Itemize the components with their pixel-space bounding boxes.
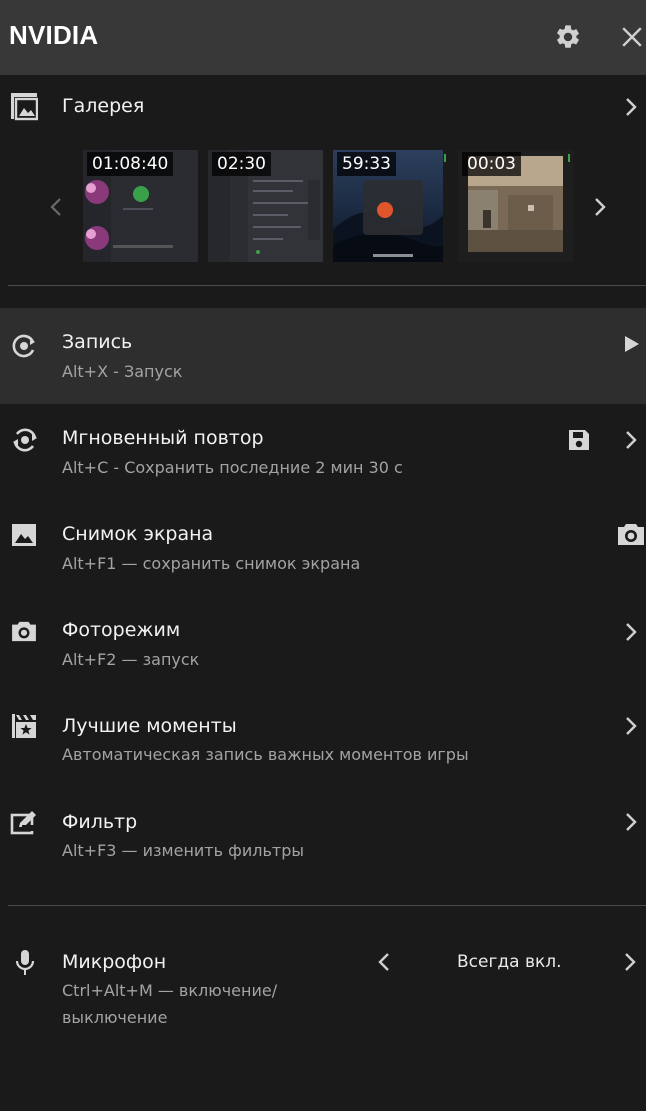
chevron-right-icon bbox=[626, 98, 637, 116]
chevron-right-icon bbox=[626, 623, 637, 641]
highlights-chevron[interactable] bbox=[622, 714, 640, 738]
screenshot-capture-button[interactable] bbox=[616, 520, 646, 548]
chevron-right-icon bbox=[626, 717, 637, 735]
photo-mode-subtitle: Alt+F2 — запуск bbox=[62, 650, 200, 669]
overlay-header: NVIDIA bbox=[0, 0, 646, 75]
gallery-icon bbox=[10, 91, 38, 121]
microphone-icon bbox=[14, 948, 36, 978]
microphone-next-option[interactable] bbox=[620, 950, 640, 974]
settings-button[interactable] bbox=[551, 20, 585, 54]
chevron-right-icon bbox=[595, 198, 606, 216]
close-button[interactable] bbox=[615, 20, 646, 54]
microphone-item: Микрофон Ctrl+Alt+M — включение/ выключе… bbox=[0, 928, 646, 1048]
microphone-prev-option[interactable] bbox=[374, 950, 394, 974]
instant-replay-subtitle: Alt+C - Сохранить последние 2 мин 30 с bbox=[62, 458, 403, 477]
record-subtitle: Alt+X - Запуск bbox=[62, 362, 183, 381]
chevron-left-icon bbox=[50, 198, 61, 216]
instant-replay-title: Мгновенный повтор bbox=[62, 427, 264, 449]
gallery-thumbnail[interactable]: 00:03 bbox=[458, 150, 573, 262]
filter-subtitle: Alt+F3 — изменить фильтры bbox=[62, 841, 304, 860]
chevron-right-icon bbox=[626, 431, 637, 449]
record-icon bbox=[11, 332, 39, 360]
gallery-open-chevron[interactable] bbox=[622, 95, 640, 119]
app-title: NVIDIA bbox=[9, 20, 99, 50]
screenshot-subtitle: Alt+F1 — сохранить снимок экрана bbox=[62, 554, 361, 573]
divider bbox=[8, 285, 646, 286]
thumbnail-duration: 59:33 bbox=[337, 152, 396, 176]
screenshot-item[interactable]: Снимок экрана Alt+F1 — сохранить снимок … bbox=[0, 500, 646, 596]
gallery-thumbnail[interactable]: 59:33 bbox=[333, 150, 448, 262]
record-title: Запись bbox=[62, 331, 133, 353]
microphone-subtitle-line2: выключение bbox=[62, 1008, 168, 1027]
divider bbox=[8, 905, 646, 906]
play-icon bbox=[625, 336, 639, 352]
photo-mode-item[interactable]: Фоторежим Alt+F2 — запуск bbox=[0, 596, 646, 692]
gallery-title[interactable]: Галерея bbox=[62, 95, 144, 117]
thumbnail-duration: 01:08:40 bbox=[87, 152, 174, 176]
thumbnail-duration: 00:03 bbox=[462, 152, 521, 176]
image-icon bbox=[11, 522, 37, 548]
screenshot-title: Снимок экрана bbox=[62, 523, 214, 545]
gallery-thumbnail[interactable]: 02:30 bbox=[208, 150, 323, 262]
filter-item[interactable]: Фильтр Alt+F3 — изменить фильтры bbox=[0, 788, 646, 884]
filter-title: Фильтр bbox=[62, 811, 138, 833]
thumbnail-duration: 02:30 bbox=[212, 152, 271, 176]
microphone-subtitle-line1: Ctrl+Alt+M — включение/ bbox=[62, 981, 278, 1000]
chevron-right-icon bbox=[625, 953, 636, 971]
gallery-thumbnail[interactable]: 01:08:40 bbox=[83, 150, 198, 262]
gallery-next-button[interactable] bbox=[590, 195, 610, 219]
chevron-left-icon bbox=[378, 953, 389, 971]
record-start-button[interactable] bbox=[622, 332, 642, 356]
highlights-subtitle: Автоматическая запись важных моментов иг… bbox=[62, 745, 469, 764]
instant-replay-save-button[interactable] bbox=[565, 426, 593, 454]
clapperboard-star-icon bbox=[10, 712, 38, 740]
microphone-title: Микрофон bbox=[62, 951, 167, 973]
highlights-item[interactable]: Лучшие моменты Автоматическая запись важ… bbox=[0, 692, 646, 788]
camera-icon bbox=[618, 524, 644, 545]
close-icon bbox=[622, 27, 642, 47]
chevron-right-icon bbox=[626, 813, 637, 831]
camera-icon bbox=[10, 618, 38, 644]
instant-replay-icon bbox=[11, 426, 39, 454]
gallery-prev-button[interactable] bbox=[46, 195, 66, 219]
instant-replay-chevron[interactable] bbox=[622, 428, 640, 452]
record-item[interactable]: Запись Alt+X - Запуск bbox=[0, 308, 646, 404]
filter-chevron[interactable] bbox=[622, 810, 640, 834]
gear-icon bbox=[557, 25, 579, 48]
filter-edit-icon bbox=[10, 808, 38, 836]
highlights-title: Лучшие моменты bbox=[62, 715, 237, 737]
photo-mode-chevron[interactable] bbox=[622, 620, 640, 644]
microphone-mode-value: Всегда вкл. bbox=[457, 952, 562, 972]
photo-mode-title: Фоторежим bbox=[62, 619, 181, 641]
gallery-section: Галерея 01:08:40 02:30 59:33 00:03 bbox=[0, 75, 646, 285]
instant-replay-item[interactable]: Мгновенный повтор Alt+C - Сохранить посл… bbox=[0, 404, 646, 500]
save-icon bbox=[569, 430, 589, 450]
